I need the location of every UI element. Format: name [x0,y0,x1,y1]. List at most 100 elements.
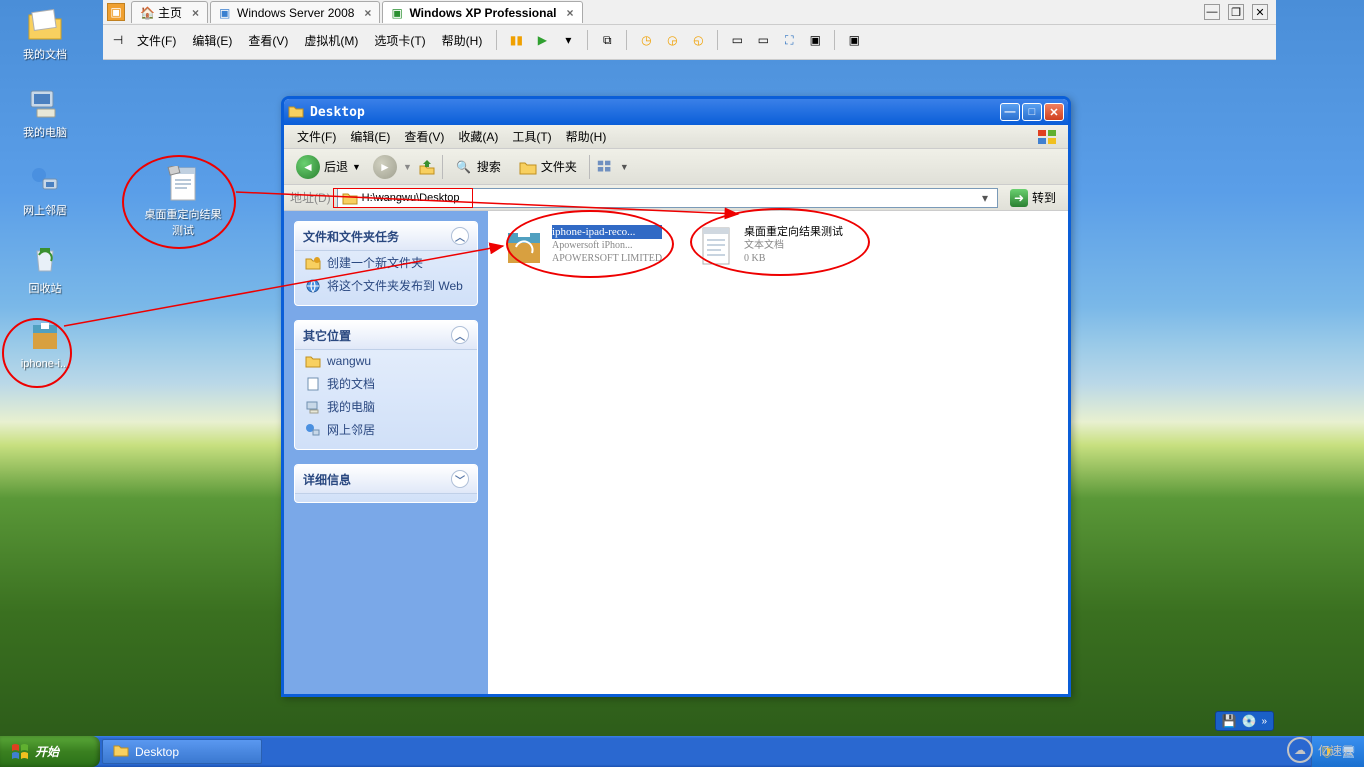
taskbar-task-desktop[interactable]: Desktop [102,739,262,764]
up-button[interactable] [418,158,436,176]
link-label: 将这个文件夹发布到 Web [327,277,463,294]
vm-menu-help[interactable]: 帮助(H) [436,29,489,52]
vm-menu-tabs[interactable]: 选项卡(T) [368,29,431,52]
vm-active-icon: ▣ [391,6,405,20]
icon-label: 我的文档 [23,46,67,62]
place-mycomputer[interactable]: 我的电脑 [295,395,477,418]
explorer-window: Desktop — □ ✕ 文件(F) 编辑(E) 查看(V) 收藏(A) 工具… [281,96,1071,697]
fullscreen-icon[interactable]: ⛶ [778,29,800,51]
search-button[interactable]: 🔍 搜索 [449,155,507,179]
separator [587,30,588,50]
power-play-icon[interactable]: ▶ [531,29,553,51]
power-menu-icon[interactable]: ▾ [557,29,579,51]
menu-edit[interactable]: 编辑(E) [343,126,397,147]
restore-button[interactable]: ❐ [1228,4,1244,20]
start-label: 开始 [35,743,59,760]
link-label: 我的电脑 [327,398,375,415]
file-txt[interactable]: 桌面重定向结果测试 文本文档 0 KB [690,221,870,273]
unity-icon[interactable]: ▭ [726,29,748,51]
device-cd-icon[interactable]: 💿 [1241,714,1256,728]
vm-menu-view[interactable]: 查看(V) [242,29,294,52]
snapshot-manage-icon[interactable]: ◵ [687,29,709,51]
file-iphone-reco[interactable]: iphone-ipad-reco... Apowersoft iPhon... … [498,221,678,273]
folder-docs-icon [26,6,64,44]
close-icon[interactable]: × [566,6,573,20]
menu-help[interactable]: 帮助(H) [559,126,614,147]
maximize-button[interactable]: □ [1022,103,1042,121]
system-tray: 🛡 🖥 [1311,736,1364,767]
desktop-mydocs[interactable]: 我的文档 [6,6,84,62]
close-button[interactable]: ✕ [1044,103,1064,121]
dropdown-icon[interactable]: ▼ [620,162,629,172]
go-button[interactable]: ➜ 转到 [1004,187,1062,209]
window-title: Desktop [310,105,1000,120]
go-icon: ➜ [1010,189,1028,207]
vm-tab-server2008[interactable]: ▣ Windows Server 2008 × [210,1,380,23]
place-wangwu[interactable]: wangwu [295,350,477,372]
titlebar[interactable]: Desktop — □ ✕ [284,99,1068,125]
snapshot-revert-icon[interactable]: ◶ [661,29,683,51]
close-icon[interactable]: × [192,6,199,20]
header-label: 详细信息 [303,471,351,488]
forward-icon: ► [373,155,397,179]
place-mydocs[interactable]: 我的文档 [295,372,477,395]
minimize-button[interactable]: — [1000,103,1020,121]
vm-library-icon[interactable]: ▣ [107,3,125,21]
task-create-folder[interactable]: 创建一个新文件夹 [295,251,477,274]
address-input[interactable] [362,192,977,204]
vm-menu-edit[interactable]: 编辑(E) [186,29,238,52]
dropdown-icon[interactable]: ▼ [403,162,412,172]
desktop-mycomputer[interactable]: 我的电脑 [6,84,84,140]
device-dropdown-icon[interactable]: » [1261,716,1267,727]
device-hdd-icon[interactable]: 💾 [1222,714,1237,728]
menu-view[interactable]: 查看(V) [397,126,451,147]
file-size: 0 KB [744,252,843,265]
icon-label: iphone-i... [21,358,69,370]
views-button[interactable] [596,158,614,176]
vm-tab-home[interactable]: 🏠 主页 × [131,1,208,23]
menu-tools[interactable]: 工具(T) [505,126,558,147]
menu-file[interactable]: 文件(F) [290,126,343,147]
desktop-txtfile[interactable]: 桌面重定向结果测试 [144,166,222,238]
icon-label: 回收站 [29,280,62,296]
place-network[interactable]: 网上邻居 [295,418,477,441]
taskbar: 开始 Desktop 🛡 🖥 [0,736,1364,767]
close-icon[interactable]: × [364,6,371,20]
dropdown-icon: ▼ [352,162,361,172]
vm-tab-xp[interactable]: ▣ Windows XP Professional × [382,1,582,23]
task-publish-web[interactable]: 将这个文件夹发布到 Web [295,274,477,297]
snapshot-icon[interactable]: ⧉ [596,29,618,51]
folder-icon [305,353,321,369]
icon-label: 桌面重定向结果测试 [144,206,222,238]
details-header[interactable]: 详细信息 ﹀ [295,465,477,494]
menu-favorites[interactable]: 收藏(A) [451,126,505,147]
desktop-recycle[interactable]: 回收站 [6,240,84,296]
pin-icon[interactable]: ⊣ [109,31,127,49]
textfile-icon [164,166,202,204]
explorer-body: 文件和文件夹任务 ︿ 创建一个新文件夹 将这个文件夹发布到 Web [284,211,1068,694]
dropdown-icon[interactable]: ▾ [977,191,993,205]
console-icon[interactable]: ▭ [752,29,774,51]
address-field[interactable]: ▾ [337,188,998,208]
forward-button[interactable]: ► [373,155,397,179]
multimon-icon[interactable]: ▣ [804,29,826,51]
explorer-content[interactable]: iphone-ipad-reco... Apowersoft iPhon... … [488,211,1068,694]
computer-icon [305,399,321,415]
other-places-header[interactable]: 其它位置 ︿ [295,321,477,350]
vm-menu-file[interactable]: 文件(F) [131,29,182,52]
folders-label: 文件夹 [541,158,577,175]
vm-menu-vm[interactable]: 虚拟机(M) [298,29,364,52]
start-button[interactable]: 开始 [0,736,100,767]
power-pause-icon[interactable]: ▮▮ [505,29,527,51]
tasks-header[interactable]: 文件和文件夹任务 ︿ [295,222,477,251]
minimize-button[interactable]: — [1204,4,1220,20]
snapshot-take-icon[interactable]: ◷ [635,29,657,51]
back-button[interactable]: ◄ 后退 ▼ [290,153,367,181]
tray-shield-icon[interactable]: 🛡 [1320,745,1335,759]
thumbnail-icon[interactable]: ▣ [843,29,865,51]
desktop-network[interactable]: 网上邻居 [6,162,84,218]
tray-display-icon[interactable]: 🖥 [1341,745,1356,759]
folders-button[interactable]: 文件夹 [513,155,583,179]
desktop-iphone-app[interactable]: iphone-i... [6,318,84,370]
close-button[interactable]: ✕ [1252,4,1268,20]
